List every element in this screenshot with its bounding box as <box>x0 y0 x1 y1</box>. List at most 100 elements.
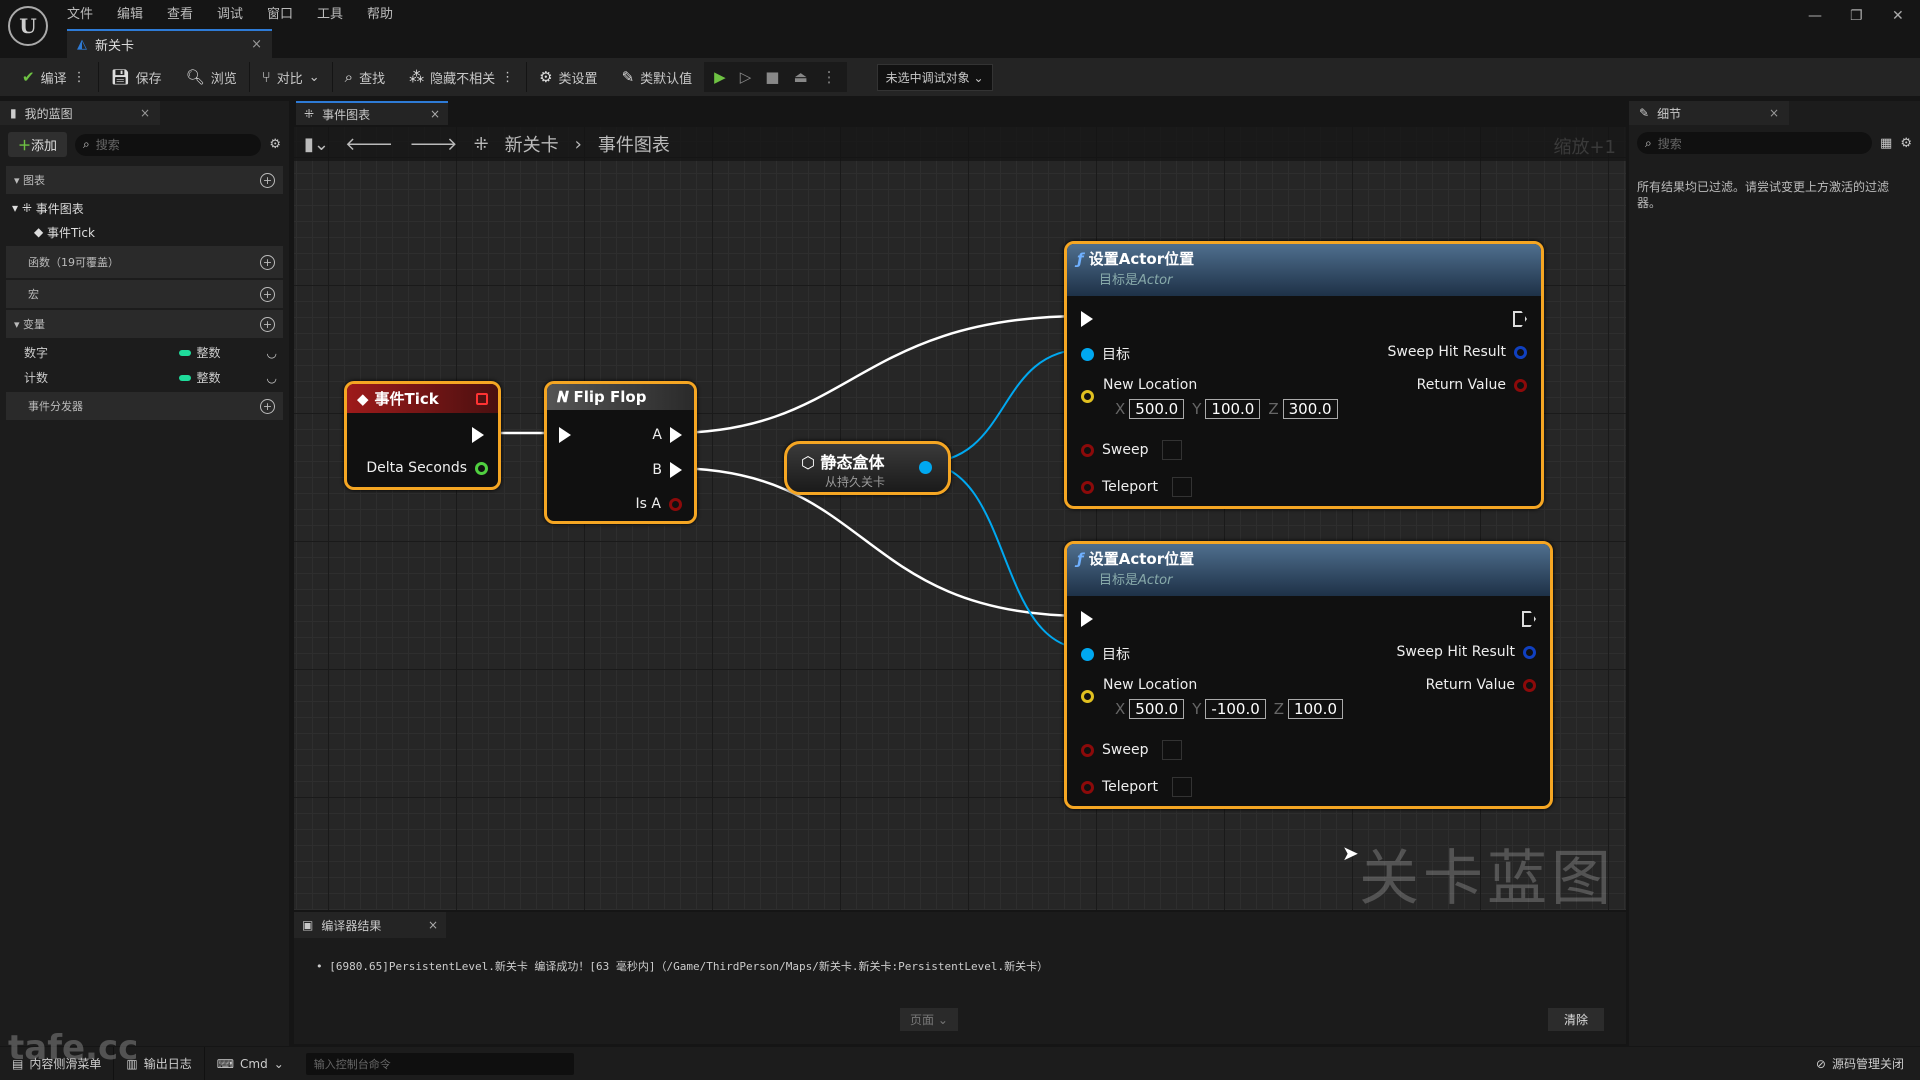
exec-in-pin[interactable] <box>1081 611 1093 627</box>
diff-button[interactable]: ⑂ 对比 ⌄ <box>250 58 332 96</box>
z-input[interactable]: 100.0 <box>1288 699 1343 719</box>
tree-item-event-tick[interactable]: ◆ 事件Tick <box>0 220 289 244</box>
clear-button[interactable]: 清除 <box>1548 1008 1605 1031</box>
page-dropdown[interactable]: 页面 ⌄ <box>900 1008 958 1031</box>
teleport-checkbox[interactable] <box>1172 777 1192 797</box>
close-icon[interactable]: × <box>428 918 438 932</box>
flip-flop-node[interactable]: 𝑵 Flip Flop A B Is A <box>544 381 697 524</box>
eye-closed-icon[interactable]: ◡ <box>267 346 277 360</box>
sweep-hit-result-pin[interactable]: Sweep Hit Result <box>1387 344 1527 360</box>
gear-icon[interactable]: ⚙ <box>269 137 281 152</box>
set-actor-location-node[interactable]: ƒ 设置Actor位置 目标是Actor 目标 Sweep Hit Result… <box>1064 541 1553 809</box>
close-icon[interactable]: × <box>140 106 150 120</box>
graph-canvas[interactable]: ▮⌄ 🡐 🡒 ⁜ 新关卡 › 事件图表 缩放+1 ◆ 事件Tick Delta S… <box>294 127 1626 910</box>
console-command-input[interactable]: 输入控制台命令 <box>305 1052 574 1075</box>
target-pin[interactable]: 目标 <box>1081 644 1130 664</box>
debug-target-dropdown[interactable]: 未选中调试对象 ⌄ <box>876 63 993 91</box>
search-input[interactable]: ⌕ 搜索 <box>75 133 262 156</box>
teleport-pin[interactable]: Teleport <box>1081 777 1192 797</box>
menu-help[interactable]: 帮助 <box>367 3 393 22</box>
exec-out-pin[interactable] <box>1513 311 1527 327</box>
variable-type[interactable]: 整数 <box>197 369 267 386</box>
add-icon[interactable]: + <box>260 254 275 270</box>
exec-out-pin[interactable] <box>472 427 484 443</box>
section-variables[interactable]: ▾ 变量 + <box>6 310 283 338</box>
more-icon[interactable]: ⋮ <box>822 68 837 86</box>
y-input[interactable]: -100.0 <box>1205 699 1266 719</box>
close-icon[interactable]: × <box>430 107 440 121</box>
vector-pin-icon[interactable] <box>1081 690 1094 703</box>
add-icon[interactable]: + <box>260 316 275 332</box>
section-dispatchers[interactable]: 事件分发器 + <box>6 392 283 420</box>
close-icon[interactable]: × <box>1769 106 1779 120</box>
menu-window[interactable]: 窗口 <box>267 3 293 22</box>
variable-row[interactable]: 计数 整数 ◡ <box>0 365 289 390</box>
eject-icon[interactable]: ⏏ <box>793 68 807 86</box>
teleport-pin[interactable]: Teleport <box>1081 477 1192 497</box>
gear-icon[interactable]: ⚙ <box>1900 136 1912 151</box>
sweep-checkbox[interactable] <box>1162 740 1183 760</box>
section-macros[interactable]: 宏 + <box>6 280 283 308</box>
return-value-pin[interactable]: Return Value <box>1426 677 1536 693</box>
class-settings-button[interactable]: ⚙ 类设置 <box>527 58 609 96</box>
tab-event-graph[interactable]: ⁜ 事件图表 × <box>296 101 448 125</box>
step-icon[interactable]: ▷ <box>740 68 752 86</box>
pin-b[interactable]: B <box>652 462 682 478</box>
set-actor-location-node[interactable]: ƒ 设置Actor位置 目标是Actor 目标 Sweep Hit Result… <box>1064 241 1544 509</box>
minimize-button[interactable]: — <box>1808 8 1822 24</box>
x-input[interactable]: 500.0 <box>1129 399 1185 419</box>
more-icon[interactable]: ⋮ <box>73 70 86 85</box>
variable-type[interactable]: 整数 <box>197 344 267 361</box>
x-input[interactable]: 500.0 <box>1129 699 1185 719</box>
vector-pin-icon[interactable] <box>1081 390 1094 403</box>
sweep-hit-result-pin[interactable]: Sweep Hit Result <box>1396 644 1536 660</box>
add-icon[interactable]: + <box>260 286 275 302</box>
unreal-logo-icon[interactable]: U <box>8 6 48 46</box>
more-icon[interactable]: ⋮ <box>501 70 514 85</box>
pin-a[interactable]: A <box>652 427 682 443</box>
static-mesh-actor-node[interactable]: ⬡ 静态盒体 从持久关卡 <box>784 441 951 495</box>
exec-out-pin[interactable] <box>1522 611 1536 627</box>
find-button[interactable]: ⌕ 查找 <box>333 58 397 96</box>
event-tick-node[interactable]: ◆ 事件Tick Delta Seconds <box>344 381 501 490</box>
save-button[interactable]: 💾︎ 保存 <box>99 58 174 96</box>
compile-button[interactable]: ✔ 编译 ⋮ <box>10 58 98 96</box>
sweep-pin[interactable]: Sweep <box>1081 440 1183 460</box>
exec-in-pin[interactable] <box>559 427 571 443</box>
grid-view-icon[interactable]: ▦ <box>1880 136 1892 151</box>
close-window-button[interactable]: ✕ <box>1892 8 1904 24</box>
my-blueprint-tab[interactable]: ▮ 我的蓝图 × <box>0 101 160 125</box>
details-tab[interactable]: ✎ 细节 × <box>1629 101 1789 125</box>
class-defaults-button[interactable]: ✎ 类默认值 <box>610 58 705 96</box>
menu-tools[interactable]: 工具 <box>317 3 343 22</box>
pin-is-a[interactable]: Is A <box>636 496 682 512</box>
add-icon[interactable]: + <box>260 398 275 414</box>
hide-unrelated-button[interactable]: ⁂ 隐藏不相关 ⋮ <box>397 58 526 96</box>
document-tab[interactable]: ◭ 新关卡 × <box>67 29 272 58</box>
y-input[interactable]: 100.0 <box>1205 399 1261 419</box>
add-button[interactable]: ＋添加 <box>8 132 68 157</box>
exec-in-pin[interactable] <box>1081 311 1093 327</box>
section-graphs[interactable]: ▾ 图表 + <box>6 166 283 194</box>
eye-closed-icon[interactable]: ◡ <box>267 371 277 385</box>
sweep-checkbox[interactable] <box>1162 440 1183 460</box>
compiler-results-tab[interactable]: ▣ 编译器结果 × <box>294 912 446 938</box>
restore-button[interactable]: ❐ <box>1850 8 1863 24</box>
cmd-dropdown[interactable]: ⌨ Cmd ⌄ <box>205 1047 296 1080</box>
return-value-pin[interactable]: Return Value <box>1417 377 1527 393</box>
add-icon[interactable]: + <box>260 172 275 188</box>
menu-edit[interactable]: 编辑 <box>117 3 143 22</box>
source-control-button[interactable]: ⊘ 源码管理关闭 <box>1804 1047 1920 1080</box>
z-input[interactable]: 300.0 <box>1282 399 1338 419</box>
compiler-message[interactable]: • [6980.65]PersistentLevel.新关卡 编译成功！[63 … <box>316 958 1048 974</box>
menu-debug[interactable]: 调试 <box>217 3 243 22</box>
stop-icon[interactable]: ■ <box>765 68 779 86</box>
variable-row[interactable]: 数字 整数 ◡ <box>0 340 289 365</box>
close-icon[interactable]: × <box>251 37 262 52</box>
section-functions[interactable]: 函数（19可覆盖） + <box>6 246 283 278</box>
details-search-input[interactable]: ⌕ 搜索 <box>1637 132 1873 154</box>
teleport-checkbox[interactable] <box>1172 477 1192 497</box>
play-icon[interactable]: ▶ <box>714 68 726 86</box>
sweep-pin[interactable]: Sweep <box>1081 740 1183 760</box>
object-pin-icon[interactable] <box>919 461 932 474</box>
